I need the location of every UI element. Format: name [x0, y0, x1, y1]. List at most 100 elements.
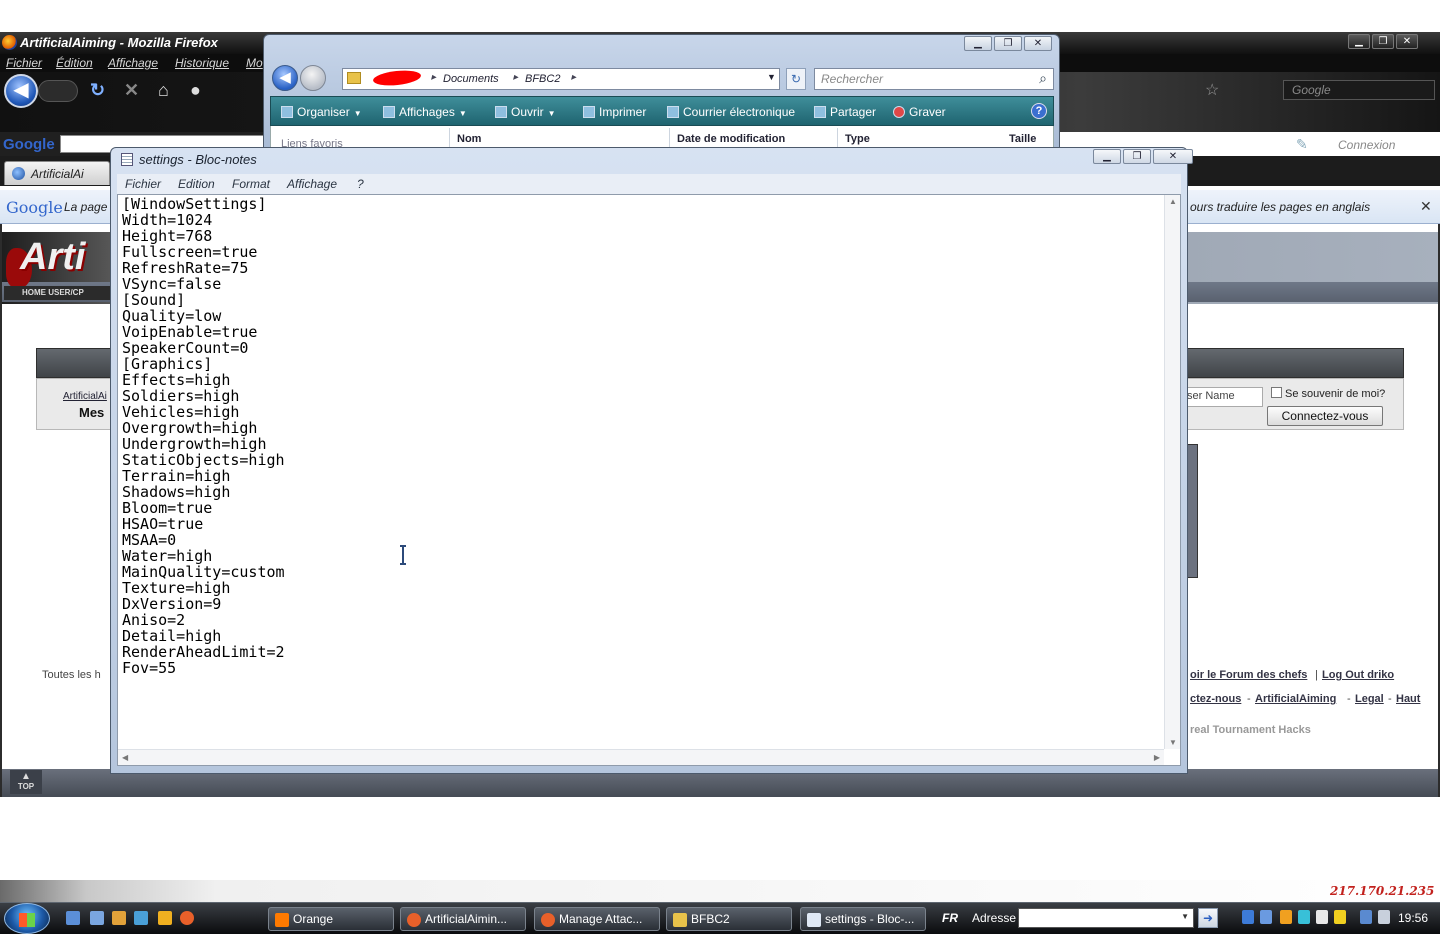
graver-button[interactable]: Graver: [893, 105, 946, 119]
taskbar-item-manage-attachments[interactable]: Manage Attac...: [534, 907, 660, 931]
go-arrow-icon[interactable]: ➜: [1198, 908, 1218, 928]
minimize-button[interactable]: ▁: [964, 36, 992, 51]
column-nom[interactable]: Nom: [457, 133, 481, 145]
volume-icon[interactable]: [1378, 910, 1390, 924]
menu-format[interactable]: Format: [232, 177, 270, 191]
bookmark-star-icon[interactable]: ☆: [1205, 80, 1219, 100]
close-button[interactable]: ✕: [1024, 36, 1052, 51]
menu-edition[interactable]: Edition: [178, 177, 215, 191]
firefox-search-input[interactable]: Google: [1283, 80, 1435, 100]
minimize-button[interactable]: ▁: [1093, 149, 1121, 164]
stop-icon[interactable]: ✕: [124, 80, 139, 101]
maximize-button[interactable]: ❐: [994, 36, 1022, 51]
login-button[interactable]: Connectez-vous: [1267, 406, 1383, 426]
notepad-content[interactable]: [WindowSettings] Width=1024 Height=768 F…: [122, 196, 1152, 746]
scroll-up-icon[interactable]: ▲: [1169, 197, 1177, 206]
start-button[interactable]: [4, 903, 50, 934]
quicklaunch-firefox-icon[interactable]: [180, 911, 194, 925]
horizontal-scrollbar[interactable]: ◀ ▶: [118, 749, 1164, 765]
tray-security-icon[interactable]: [1334, 910, 1346, 924]
tray-network-icon[interactable]: [1360, 910, 1372, 924]
explorer-address-bar[interactable]: ▸ Documents ▸ BFBC2 ▸ ▼: [342, 68, 780, 90]
breadcrumb-documents[interactable]: Documents: [443, 73, 499, 85]
language-indicator[interactable]: FR: [942, 911, 958, 925]
back-arrow-icon[interactable]: ◀: [272, 65, 298, 91]
wrench-icon[interactable]: ✎: [1296, 136, 1308, 153]
tray-orange-icon[interactable]: [1280, 910, 1292, 924]
footer-link-site[interactable]: ArtificialAiming: [1255, 693, 1336, 705]
forum-logo[interactable]: Arti: [4, 236, 114, 288]
forum-nav-links[interactable]: HOME USER/CP: [4, 286, 116, 300]
quicklaunch-app-icon[interactable]: [112, 911, 126, 925]
footer-link-contact[interactable]: ctez-nous: [1190, 693, 1241, 705]
menu-help[interactable]: ?: [357, 177, 364, 191]
taskbar-item-orange[interactable]: Orange: [268, 907, 394, 931]
quicklaunch-media-icon[interactable]: [158, 911, 172, 925]
refresh-icon[interactable]: ↻: [786, 68, 806, 90]
chevron-down-icon[interactable]: ▼: [767, 72, 776, 82]
menu-affichage[interactable]: Affichage: [108, 56, 158, 70]
footer-link-legal[interactable]: Legal: [1355, 693, 1384, 705]
taskbar-item-notepad[interactable]: settings - Bloc-...: [800, 907, 926, 931]
notepad-text-area[interactable]: [WindowSettings] Width=1024 Height=768 F…: [117, 194, 1181, 766]
reload-icon[interactable]: ↻: [90, 80, 105, 101]
explorer-search-input[interactable]: Rechercher ⌕: [814, 68, 1054, 90]
maximize-button[interactable]: ❐: [1372, 34, 1394, 49]
tray-language-icon[interactable]: [1316, 910, 1328, 924]
footer-link-logout[interactable]: Log Out driko: [1322, 669, 1394, 681]
maximize-button[interactable]: ❐: [1123, 149, 1151, 164]
tab-artificialaiming[interactable]: ArtificialAi: [4, 161, 110, 185]
translate-close-icon[interactable]: ✕: [1420, 198, 1432, 215]
search-icon[interactable]: ⌕: [1039, 70, 1047, 87]
tray-network-status-icon[interactable]: [1298, 910, 1310, 924]
courrier-button[interactable]: Courrier électronique: [667, 105, 795, 119]
close-button[interactable]: ✕: [1153, 149, 1193, 164]
partager-button[interactable]: Partager: [814, 105, 876, 119]
minimize-button[interactable]: ▁: [1348, 34, 1370, 49]
scroll-down-icon[interactable]: ▼: [1169, 738, 1177, 747]
quicklaunch-messenger-icon[interactable]: [134, 911, 148, 925]
organiser-button[interactable]: Organiser ▼: [281, 105, 362, 119]
menu-fichier[interactable]: Fichier: [6, 56, 42, 70]
tray-info-icon[interactable]: [1242, 910, 1254, 924]
menu-fichier[interactable]: Fichier: [125, 177, 161, 191]
back-arrow-icon[interactable]: ◀: [4, 74, 38, 108]
taskbar-clock[interactable]: 19:56: [1398, 911, 1428, 925]
tray-app-icon[interactable]: [1260, 910, 1272, 924]
taskbar-item-bfbc2[interactable]: BFBC2: [666, 907, 792, 931]
scroll-right-icon[interactable]: ▶: [1154, 753, 1160, 762]
breadcrumb-root[interactable]: ArtificialAi: [63, 391, 107, 402]
forward-arrow-icon[interactable]: [300, 65, 326, 91]
column-taille[interactable]: Taille: [1009, 133, 1036, 145]
switch-windows-icon[interactable]: [90, 911, 104, 925]
chat-bubble-icon[interactable]: ●: [190, 80, 201, 101]
connexion-link[interactable]: Connexion: [1338, 138, 1395, 152]
imprimer-button[interactable]: Imprimer: [583, 105, 646, 119]
show-desktop-icon[interactable]: [66, 911, 80, 925]
taskbar-address-input[interactable]: ▼: [1018, 908, 1194, 928]
menu-historique[interactable]: Historique: [175, 56, 229, 70]
vertical-scrollbar[interactable]: ▲ ▼: [1164, 195, 1180, 749]
close-button[interactable]: ✕: [1396, 34, 1418, 49]
username-input[interactable]: ser Name: [1183, 387, 1263, 407]
column-type[interactable]: Type: [845, 133, 870, 145]
footer-link-top[interactable]: Haut: [1396, 693, 1420, 705]
menu-affichage[interactable]: Affichage: [287, 177, 337, 191]
menu-edition[interactable]: Édition: [56, 56, 93, 70]
footer-link-chefs[interactable]: oir le Forum des chefs: [1190, 669, 1307, 681]
forward-arrow-icon[interactable]: [38, 80, 78, 102]
affichages-button[interactable]: Affichages ▼: [383, 105, 467, 119]
home-icon[interactable]: ⌂: [158, 80, 169, 101]
menu-more[interactable]: Mo: [246, 56, 263, 70]
scroll-left-icon[interactable]: ◀: [122, 753, 128, 762]
remember-me-checkbox[interactable]: Se souvenir de moi?: [1271, 387, 1385, 400]
chevron-down-icon[interactable]: ▼: [1181, 912, 1189, 921]
top-button[interactable]: ▲ TOP: [10, 770, 42, 794]
breadcrumb-bfbc2[interactable]: BFBC2: [525, 73, 560, 85]
column-date[interactable]: Date de modification: [677, 133, 785, 145]
views-icon: [383, 106, 395, 118]
help-icon[interactable]: ?: [1031, 103, 1047, 119]
ouvrir-button[interactable]: Ouvrir ▼: [495, 105, 556, 119]
translate-always-option[interactable]: ours traduire les pages en anglais: [1190, 200, 1370, 214]
taskbar-item-artificialaiming[interactable]: ArtificialAimin...: [400, 907, 526, 931]
